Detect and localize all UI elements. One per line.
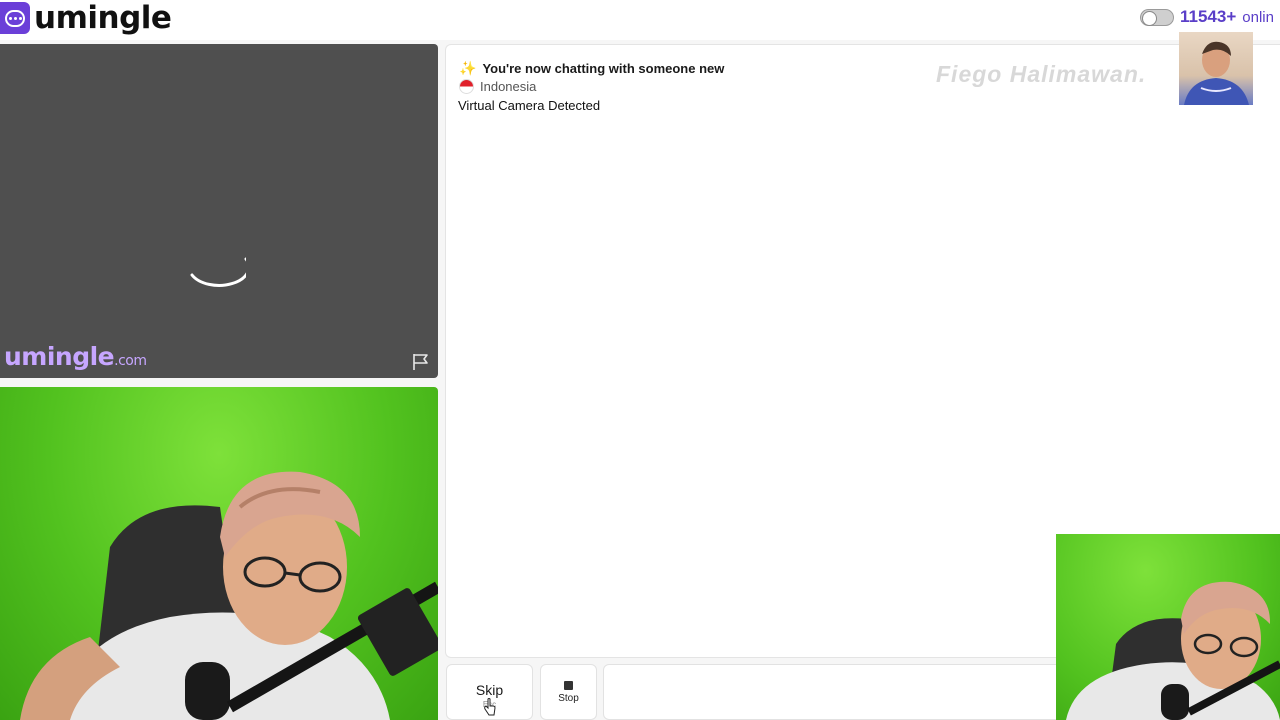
video-watermark: umingle.com [4, 342, 147, 371]
message-input[interactable] [603, 664, 1063, 720]
loading-spinner-icon [190, 257, 246, 287]
report-flag-icon[interactable] [411, 352, 431, 372]
streamer-overlay-name: Fiego Halimawan. [936, 61, 1147, 87]
top-header: umingle 11543+ onlin [0, 0, 1280, 40]
stranger-video: umingle.com [0, 44, 438, 378]
online-count: 11543+ [1180, 7, 1237, 26]
logo-text: umingle [34, 0, 172, 36]
system-notice: Virtual Camera Detected [458, 98, 601, 113]
country-name: Indonesia [480, 79, 537, 94]
online-label: onlin [1242, 8, 1274, 26]
hand-cursor-icon [484, 698, 496, 716]
stop-label: Stop [558, 692, 579, 704]
connected-message: ✨ You're now chatting with someone new [459, 60, 724, 77]
indonesia-flag-icon [459, 79, 474, 94]
watermark-domain: .com [114, 353, 147, 369]
streamer-webcam-overlay [1056, 534, 1280, 720]
theme-toggle[interactable] [1140, 8, 1174, 26]
connected-message-text: You're now chatting with someone new [482, 61, 725, 76]
sparkles-icon: ✨ [459, 60, 477, 76]
watermark-brand: umingle [4, 342, 115, 371]
skip-label: Skip [475, 682, 504, 698]
stranger-country: Indonesia [459, 79, 536, 94]
streamer-cam-thumbnail [1179, 32, 1253, 105]
stop-button[interactable]: Stop [540, 664, 597, 720]
self-video [0, 387, 438, 720]
stop-square-icon [564, 680, 573, 690]
online-status: 11543+ onlin [1140, 6, 1274, 28]
chat-bubble-icon [0, 2, 30, 34]
site-logo[interactable]: umingle [0, 0, 172, 36]
self-video-figure [20, 471, 438, 720]
